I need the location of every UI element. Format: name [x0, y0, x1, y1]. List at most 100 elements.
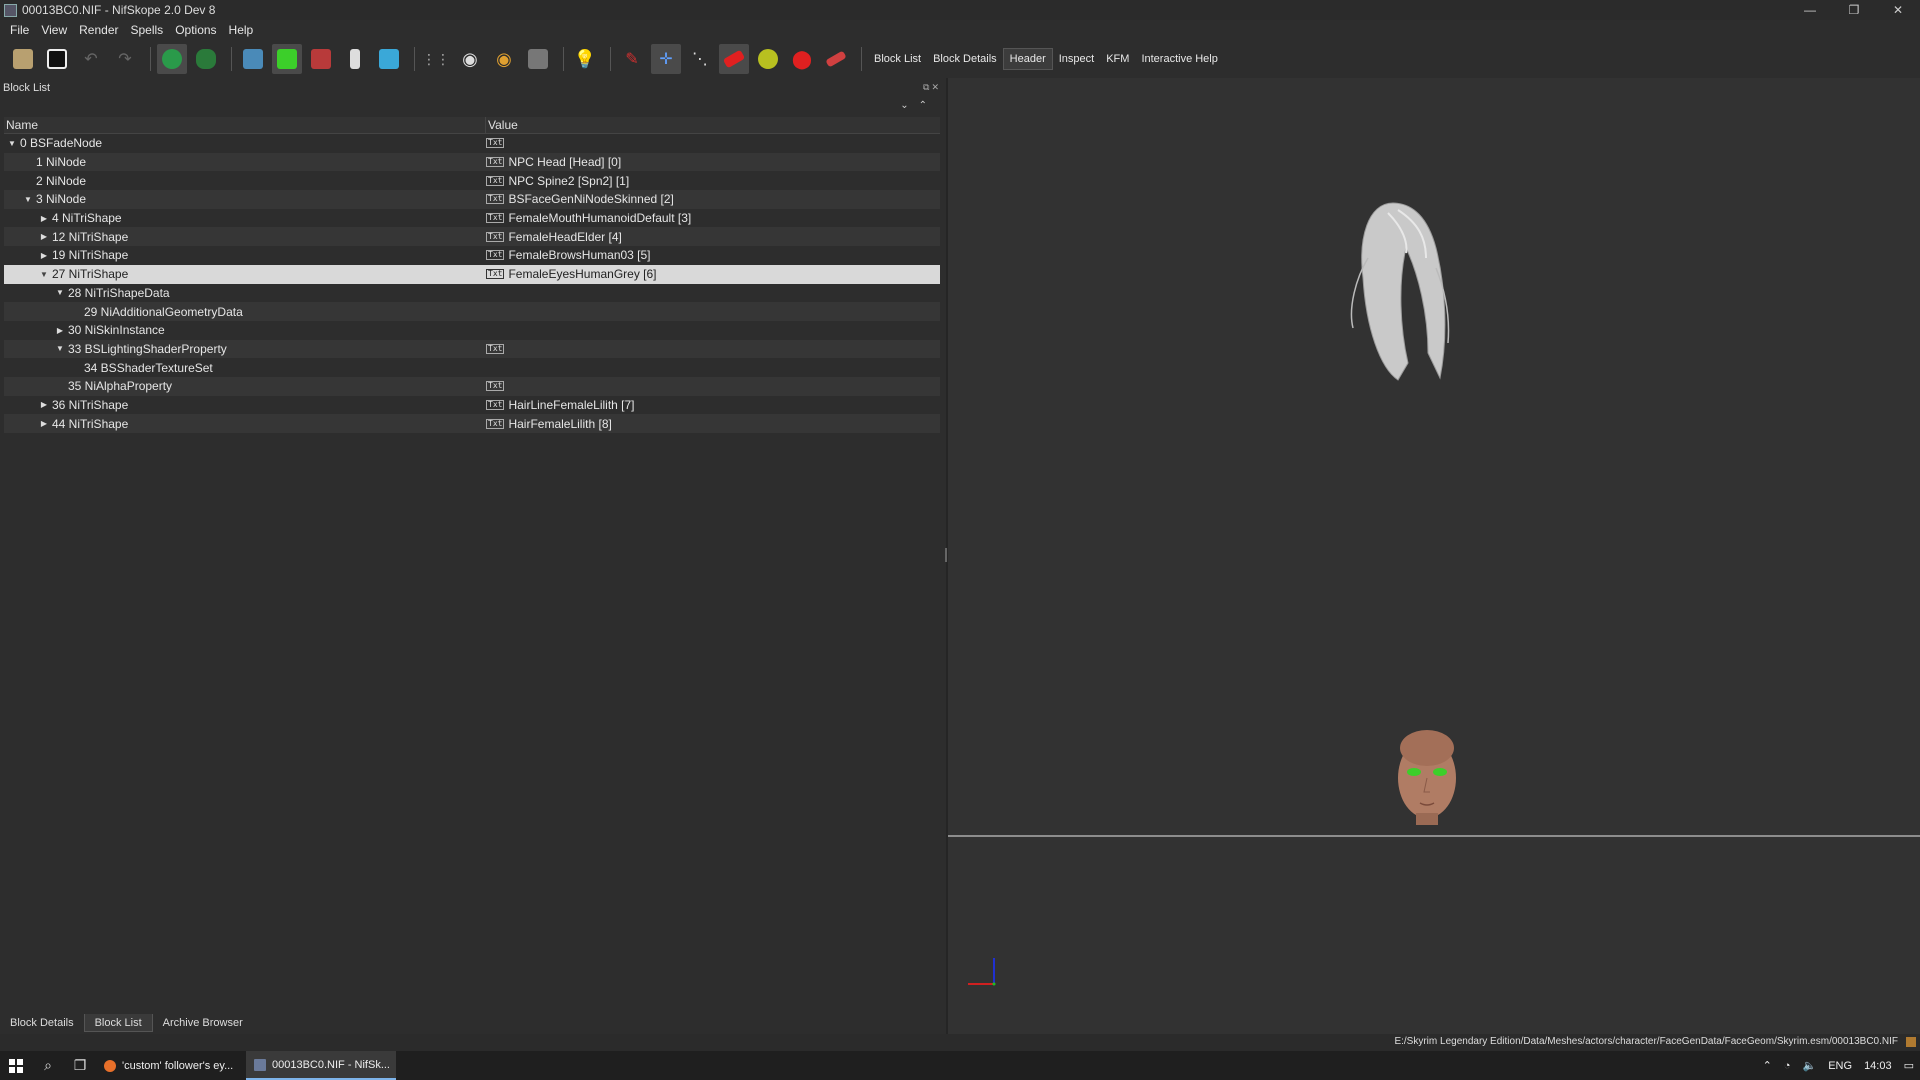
save-file-button[interactable] [42, 44, 72, 74]
view-top-button[interactable] [272, 44, 302, 74]
tab-block-details[interactable]: Block Details [0, 1014, 84, 1032]
row-name-cell: ▶ 44 NiTriShape [4, 417, 486, 431]
system-tray: ⌃ ◔ 🔈 ENG 14:03 ▭ [1757, 1051, 1920, 1080]
close-button[interactable]: ✕ [1876, 0, 1920, 20]
search-icon[interactable]: ⌕ [32, 1051, 64, 1080]
toolbar-header[interactable]: Header [1002, 48, 1053, 70]
tree-expand-collapse-buttons[interactable]: ⌄⌃ [900, 100, 937, 111]
expand-arrow-down-icon[interactable]: ▼ [4, 139, 20, 148]
walk-mode-button[interactable]: ⋮⋮ [421, 44, 451, 74]
menu-file[interactable]: File [4, 23, 35, 37]
toolbar-interactive-help[interactable]: Interactive Help [1135, 48, 1223, 70]
view-side-button[interactable] [306, 44, 336, 74]
table-row[interactable]: ▼ 28 NiTriShapeData [4, 284, 940, 303]
table-row[interactable]: 35 NiAlphaProperty Txt [4, 376, 940, 396]
panel-float-close-buttons[interactable]: ⧉✕ [923, 82, 941, 93]
view-walk-button[interactable] [340, 44, 370, 74]
network-icon[interactable]: ◔ [1778, 1060, 1797, 1072]
toolbar-block-details[interactable]: Block Details [927, 48, 1003, 70]
resize-grip-icon[interactable] [1906, 1037, 1916, 1047]
volume-icon[interactable]: 🔈 [1797, 1059, 1823, 1072]
show-nodes-button[interactable]: ✛ [651, 44, 681, 74]
show-marker-button[interactable]: ◉ [489, 44, 519, 74]
row-name-label: 19 NiTriShape [52, 248, 129, 263]
menu-options[interactable]: Options [169, 23, 222, 37]
tab-archive-browser[interactable]: Archive Browser [153, 1014, 253, 1032]
table-row[interactable]: ▶ 36 NiTriShape Txt HairLineFemaleLilith [7… [4, 396, 940, 415]
expand-arrow-right-icon[interactable]: ▶ [36, 214, 52, 223]
column-value-header[interactable]: Value [486, 117, 518, 133]
notifications-icon[interactable]: ▭ [1898, 1059, 1920, 1072]
table-row[interactable]: ▶ 12 NiTriShape Txt FemaleHeadElder [4] [4, 227, 940, 247]
eye-marker-icon: ◉ [496, 48, 512, 69]
taskbar-firefox[interactable]: 'custom' follower's ey... [96, 1051, 246, 1080]
toolbar-block-list[interactable]: Block List [868, 48, 927, 70]
row-name-cell: 29 NiAdditionalGeometryData [4, 305, 486, 319]
show-vertex-colors-button[interactable] [821, 44, 851, 74]
table-row[interactable]: ▶ 19 NiTriShape Txt FemaleBrowsHuman03 [5] [4, 246, 940, 265]
table-row[interactable]: ▶ 4 NiTriShape Txt FemaleMouthHumanoidDefau… [4, 209, 940, 228]
menu-view[interactable]: View [35, 23, 73, 37]
start-button[interactable] [0, 1051, 32, 1080]
render-canvas[interactable] [948, 78, 1920, 1034]
expand-arrow-right-icon[interactable]: ▶ [36, 419, 52, 428]
redo-button[interactable]: ↷ [110, 44, 140, 74]
expand-arrow-down-icon[interactable]: ▼ [36, 270, 52, 279]
table-row[interactable]: ▼ 3 NiNode Txt BSFaceGenNiNodeSkinned [2] [4, 190, 940, 209]
chevron-up-icon[interactable]: ⌃ [1757, 1059, 1778, 1072]
view-front-button[interactable] [238, 44, 268, 74]
task-view-icon[interactable]: ❐ [64, 1051, 96, 1080]
splitter-grip[interactable] [945, 548, 947, 562]
3d-viewport[interactable] [948, 78, 1920, 1034]
hair-mesh [1350, 202, 1450, 381]
table-row[interactable]: 1 NiNode Txt NPC Head [Head] [0] [4, 152, 940, 172]
select-tool-button[interactable] [157, 44, 187, 74]
row-name-label: 27 NiTriShape [52, 267, 129, 282]
expand-arrow-down-icon[interactable]: ▼ [20, 195, 36, 204]
open-file-button[interactable] [8, 44, 38, 74]
bottom-dock-tabs: Block Details Block List Archive Browser [0, 1014, 253, 1034]
minimize-button[interactable]: — [1788, 0, 1832, 20]
row-name-cell: ▶ 36 NiTriShape [4, 398, 486, 412]
table-row-selected[interactable]: ▼ 27 NiTriShape Txt FemaleEyesHumanGrey [6] [4, 264, 940, 284]
tab-block-list[interactable]: Block List [83, 1014, 153, 1032]
show-axes-button[interactable]: ✎ [617, 44, 647, 74]
table-row[interactable]: 34 BSShaderTextureSet [4, 358, 940, 377]
block-tree[interactable]: Name Value ▼ 0 BSFadeNode Txt 1 NiNode Txt NP… [4, 117, 940, 433]
row-name-label: 30 NiSkinInstance [68, 323, 165, 338]
taskbar-nifskope[interactable]: 00013BC0.NIF - NifSk... [246, 1051, 396, 1080]
table-row[interactable]: ▶ 44 NiTriShape Txt HairFemaleLilith [8] [4, 414, 940, 433]
clock[interactable]: 14:03 [1858, 1060, 1898, 1072]
show-furniture-button[interactable] [753, 44, 783, 74]
lighting-button[interactable]: 💡 [570, 44, 600, 74]
table-row[interactable]: ▼ 0 BSFadeNode Txt [4, 134, 940, 153]
table-row[interactable]: ▶ 30 NiSkinInstance [4, 321, 940, 340]
maximize-button[interactable]: ❐ [1832, 0, 1876, 20]
expand-arrow-right-icon[interactable]: ▶ [52, 326, 68, 335]
show-markers-button[interactable]: ⬤ [787, 44, 817, 74]
menu-help[interactable]: Help [223, 23, 260, 37]
expand-arrow-right-icon[interactable]: ▶ [36, 232, 52, 241]
undo-button[interactable]: ↶ [76, 44, 106, 74]
screenshot-button[interactable] [523, 44, 553, 74]
toolbar-inspect[interactable]: Inspect [1053, 48, 1100, 70]
show-hidden-button[interactable]: ◉ [455, 44, 485, 74]
row-name-cell: ▶ 30 NiSkinInstance [4, 323, 486, 337]
show-constraints-button[interactable]: ⋱ [685, 44, 715, 74]
expand-arrow-down-icon[interactable]: ▼ [52, 344, 68, 353]
view-user-button[interactable] [374, 44, 404, 74]
table-row[interactable]: 29 NiAdditionalGeometryData [4, 302, 940, 321]
connect-tool-button[interactable] [191, 44, 221, 74]
column-name-header[interactable]: Name [4, 117, 486, 133]
toolbar-kfm[interactable]: KFM [1100, 48, 1135, 70]
language-indicator[interactable]: ENG [1822, 1060, 1858, 1072]
table-row[interactable]: ▼ 33 BSLightingShaderProperty Txt [4, 339, 940, 359]
expand-arrow-down-icon[interactable]: ▼ [52, 288, 68, 297]
expand-arrow-right-icon[interactable]: ▶ [36, 400, 52, 409]
menu-spells[interactable]: Spells [125, 23, 170, 37]
table-row[interactable]: 2 NiNode Txt NPC Spine2 [Spn2] [1] [4, 171, 940, 190]
expand-arrow-right-icon[interactable]: ▶ [36, 251, 52, 260]
row-value-label: NPC Head [Head] [0] [508, 155, 622, 170]
menu-render[interactable]: Render [73, 23, 124, 37]
show-havok-button[interactable] [719, 44, 749, 74]
